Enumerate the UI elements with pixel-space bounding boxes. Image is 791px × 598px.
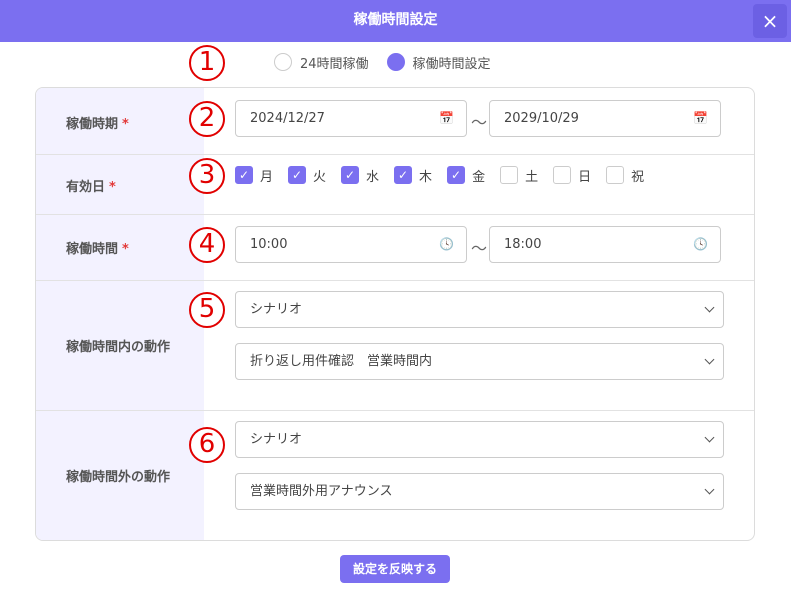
calendar-icon[interactable]: 📅 (439, 101, 454, 136)
inside-action-scenario-select[interactable]: 折り返し用件確認 営業時間内 (235, 343, 724, 380)
outside-action-type-value: シナリオ (250, 432, 303, 447)
inside-action-label: 稼働時間内の動作 (66, 340, 171, 355)
required-mark: * (122, 117, 129, 132)
close-button[interactable]: × (753, 4, 787, 38)
inside-action-scenario-value: 折り返し用件確認 営業時間内 (250, 354, 433, 369)
annotation-marker-1: 1 (189, 45, 225, 81)
annotation-marker-5: 5 (189, 292, 225, 328)
divider (36, 214, 754, 215)
day-checkbox-sat[interactable] (500, 166, 519, 184)
period-end-value: 2029/10/29 (504, 111, 579, 126)
close-icon: × (761, 9, 779, 33)
day-label-fri: 金 (472, 169, 486, 185)
day-checkbox-holiday[interactable] (606, 166, 625, 184)
period-label: 稼働時期 * (66, 113, 129, 132)
valid-days-label-text: 有効日 (66, 180, 106, 195)
day-label-sat: 土 (525, 169, 539, 185)
clock-icon[interactable]: 🕓 (439, 227, 454, 262)
chevron-down-icon (704, 302, 715, 313)
period-label-text: 稼働時期 (66, 117, 119, 132)
mode-label-24h[interactable]: 24時間稼働 (300, 53, 369, 72)
day-label-tue: 火 (313, 169, 327, 185)
day-checkbox-sun[interactable] (553, 166, 572, 184)
dialog-title: 稼働時間設定 (353, 12, 438, 28)
day-label-sun: 日 (578, 169, 592, 185)
hours-start-value: 10:00 (250, 237, 288, 252)
mode-radio-group: 24時間稼働 稼働時間設定 (274, 52, 509, 72)
clock-icon[interactable]: 🕓 (693, 227, 708, 262)
dialog-header: 稼働時間設定 × (0, 0, 791, 42)
mode-label-scheduled[interactable]: 稼働時間設定 (413, 53, 491, 72)
inside-action-type-select[interactable]: シナリオ (235, 291, 724, 328)
required-mark: * (122, 242, 129, 257)
hours-label-text: 稼働時間 (66, 242, 119, 257)
annotation-marker-4: 4 (189, 227, 225, 263)
day-label-wed: 水 (366, 169, 380, 185)
range-separator: ～ (471, 239, 488, 258)
hours-end-value: 18:00 (504, 237, 542, 252)
annotation-marker-6: 6 (189, 427, 225, 463)
valid-days-label: 有効日 * (66, 176, 116, 195)
divider (36, 410, 754, 411)
valid-days-group: ✓ 月 ✓ 火 ✓ 水 ✓ 木 ✓ 金 土 日 祝 (235, 165, 659, 185)
range-separator: ～ (471, 113, 488, 132)
required-mark: * (109, 180, 116, 195)
chevron-down-icon (704, 484, 715, 495)
day-checkbox-wed[interactable]: ✓ (341, 166, 360, 184)
divider (36, 154, 754, 155)
day-checkbox-thu[interactable]: ✓ (394, 166, 413, 184)
outside-action-label: 稼働時間外の動作 (66, 470, 171, 485)
inside-action-type-value: シナリオ (250, 302, 303, 317)
outside-action-scenario-value: 営業時間外用アナウンス (250, 484, 393, 499)
day-checkbox-mon[interactable]: ✓ (235, 166, 253, 184)
day-label-thu: 木 (419, 169, 433, 185)
calendar-icon[interactable]: 📅 (693, 101, 708, 136)
divider (36, 280, 754, 281)
outside-action-type-select[interactable]: シナリオ (235, 421, 724, 458)
day-label-holiday: 祝 (631, 169, 645, 185)
hours-start-time-input[interactable]: 10:00 🕓 (235, 226, 467, 263)
mode-radio-24h[interactable] (274, 53, 292, 71)
period-end-date-input[interactable]: 2029/10/29 📅 (489, 100, 721, 137)
hours-label: 稼働時間 * (66, 238, 129, 257)
apply-settings-button[interactable]: 設定を反映する (340, 555, 450, 583)
day-label-mon: 月 (260, 169, 274, 185)
annotation-marker-3: 3 (189, 158, 225, 194)
chevron-down-icon (704, 432, 715, 443)
hours-end-time-input[interactable]: 18:00 🕓 (489, 226, 721, 263)
period-start-value: 2024/12/27 (250, 111, 325, 126)
chevron-down-icon (704, 354, 715, 365)
day-checkbox-fri[interactable]: ✓ (447, 166, 466, 184)
outside-action-scenario-select[interactable]: 営業時間外用アナウンス (235, 473, 724, 510)
period-start-date-input[interactable]: 2024/12/27 📅 (235, 100, 467, 137)
annotation-marker-2: 2 (189, 101, 225, 137)
mode-radio-scheduled[interactable] (386, 53, 405, 71)
day-checkbox-tue[interactable]: ✓ (288, 166, 307, 184)
